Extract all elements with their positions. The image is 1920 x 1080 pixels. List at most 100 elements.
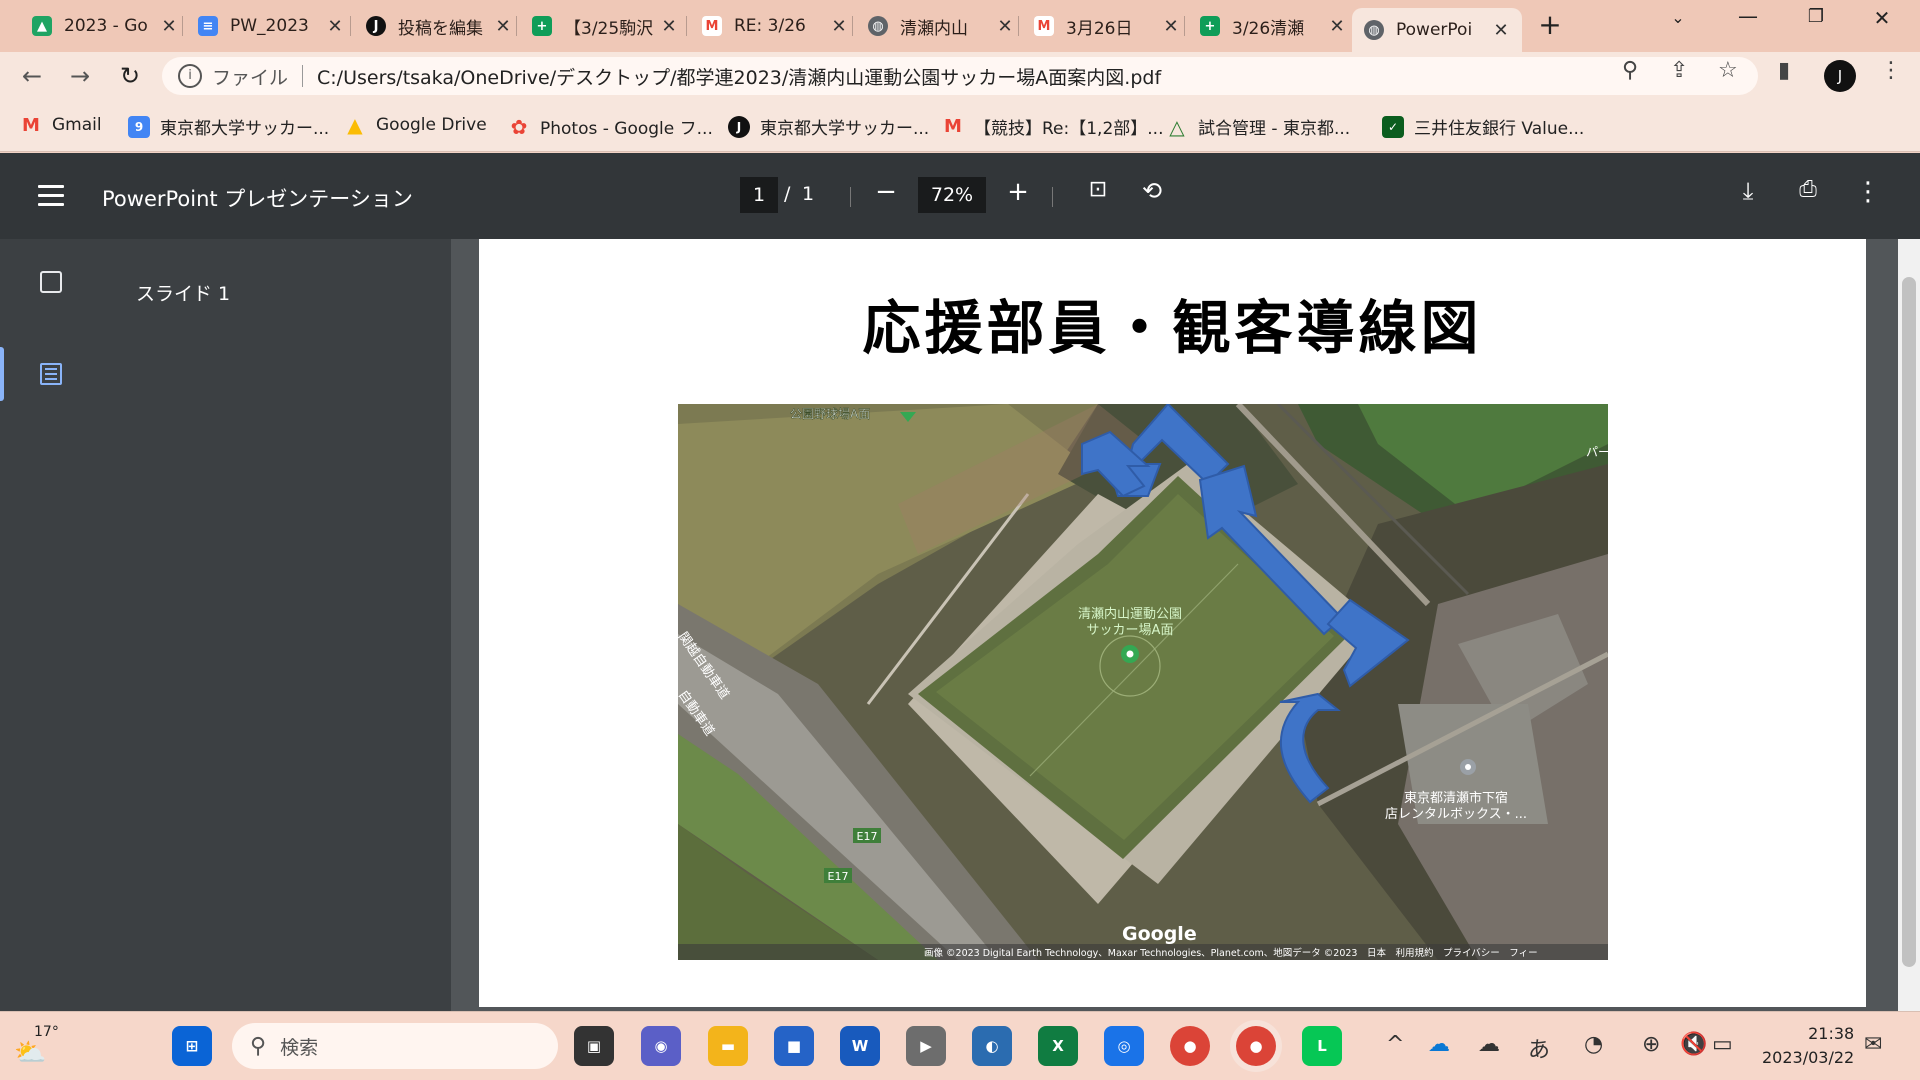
clock-app-icon[interactable]: ◔: [1584, 1032, 1603, 1057]
tab-label: PowerPoi: [1396, 20, 1473, 40]
info-icon[interactable]: i: [178, 64, 202, 88]
address-url[interactable]: C:/Users/tsaka/OneDrive/デスクトップ/都学連2023/清…: [317, 63, 1161, 90]
map-label-park-edge: パー: [1586, 445, 1608, 459]
tab-strip: ▲ 2023 - Go ✕ ≡ PW_2023 ✕ J 投稿を編集 ✕ + 【3…: [0, 0, 1920, 52]
share-icon[interactable]: ⇪: [1670, 58, 1688, 83]
volume-muted-icon[interactable]: 🔇: [1680, 1032, 1707, 1057]
outline-icon[interactable]: [40, 363, 62, 385]
bookmark-label: Google Drive: [376, 115, 487, 135]
tab-1[interactable]: ≡ PW_2023 ✕: [186, 8, 356, 44]
chrome-icon[interactable]: ●: [1170, 1026, 1210, 1066]
new-tab-button[interactable]: +: [1530, 8, 1570, 41]
store-icon[interactable]: ■: [774, 1026, 814, 1066]
back-arrow-icon[interactable]: ←: [16, 60, 48, 92]
cloud-icon[interactable]: ☁: [1478, 1032, 1500, 1057]
start-icon[interactable]: ⊞: [172, 1026, 212, 1066]
chrome-profile-icon[interactable]: ●: [1236, 1026, 1276, 1066]
close-icon[interactable]: ✕: [326, 16, 344, 37]
bookmark-item[interactable]: ✿ Photos - Google フ...: [508, 114, 713, 140]
close-icon[interactable]: ✕: [996, 16, 1014, 37]
fit-page-icon[interactable]: ⊡: [1080, 177, 1116, 202]
menu-icon[interactable]: [38, 185, 64, 212]
close-icon[interactable]: ✕: [660, 16, 678, 37]
ime-indicator[interactable]: あ: [1528, 1032, 1550, 1064]
close-window-icon[interactable]: ✕: [1862, 6, 1902, 30]
tab-4[interactable]: M RE: 3/26 ✕: [690, 8, 860, 44]
side-panel-icon[interactable]: ▮: [1778, 58, 1790, 83]
triangle-logo-icon: △: [1169, 114, 1185, 139]
taskbar-search-box[interactable]: ⚲ 検索: [232, 1023, 558, 1069]
close-icon[interactable]: ✕: [1328, 16, 1346, 37]
zoom-magnifier-icon[interactable]: ⚲: [1622, 58, 1638, 83]
onedrive-icon[interactable]: ☁: [1428, 1032, 1450, 1057]
camera-icon[interactable]: ▶: [906, 1026, 946, 1066]
tab-5[interactable]: ◍ 清瀬内山 ✕: [856, 8, 1026, 44]
page-number-input[interactable]: 1: [740, 177, 778, 213]
tab-0[interactable]: ▲ 2023 - Go ✕: [20, 8, 190, 44]
word-icon[interactable]: W: [840, 1026, 880, 1066]
download-icon[interactable]: ⤓: [1730, 177, 1766, 205]
bookmark-star-icon[interactable]: ☆: [1718, 58, 1738, 83]
reload-icon[interactable]: ↻: [114, 60, 146, 92]
vertical-scrollbar[interactable]: [1898, 239, 1920, 1011]
line-icon[interactable]: L: [1302, 1026, 1342, 1066]
bookmark-item[interactable]: J 東京都大学サッカー...: [728, 114, 929, 139]
outline-item-slide-1[interactable]: スライド 1: [136, 279, 230, 306]
more-vert-icon[interactable]: ⋮: [1850, 177, 1886, 207]
tab-label: PW_2023: [230, 16, 309, 36]
jt-logo-icon: J: [728, 115, 750, 138]
address-bar[interactable]: i ファイル C:/Users/tsaka/OneDrive/デスクトップ/都学…: [162, 57, 1758, 95]
bookmark-label: 東京都大学サッカー...: [160, 119, 330, 139]
excel-icon[interactable]: X: [1038, 1026, 1078, 1066]
print-icon[interactable]: ⎙: [1790, 177, 1826, 202]
zoom-out-icon[interactable]: −: [868, 177, 904, 207]
zoom-level-input[interactable]: 72%: [918, 177, 986, 213]
scrollbar-thumb[interactable]: [1902, 277, 1916, 967]
tab-3[interactable]: + 【3/25駒沢 ✕: [520, 8, 690, 44]
rotate-icon[interactable]: ⟲: [1134, 177, 1170, 205]
network-icon[interactable]: ⊕: [1642, 1032, 1660, 1057]
tab-8-active[interactable]: ◍ PowerPoi ✕: [1352, 8, 1522, 52]
google-logo: Google: [1122, 923, 1197, 945]
tab-label: 【3/25駒沢: [564, 18, 654, 39]
system-clock[interactable]: 21:38 2023/03/22: [1762, 1022, 1854, 1070]
google-photos-icon: ✿: [510, 114, 528, 139]
bookmark-item[interactable]: △ 試合管理 - 東京都...: [1166, 114, 1350, 140]
zoom-in-icon[interactable]: +: [1000, 177, 1036, 207]
battery-icon[interactable]: ▭: [1712, 1032, 1733, 1057]
app-icon[interactable]: ◐: [972, 1026, 1012, 1066]
chevron-up-icon[interactable]: ^: [1386, 1032, 1404, 1057]
chat-icon[interactable]: ◉: [641, 1026, 681, 1066]
bookmark-item[interactable]: 9 東京都大学サッカー...: [128, 114, 329, 139]
tab-search-icon[interactable]: ⌄: [1658, 8, 1698, 27]
more-vert-icon[interactable]: ⋮: [1880, 58, 1902, 83]
bookmark-item[interactable]: ▲ Google Drive: [344, 113, 487, 137]
settings-app-icon[interactable]: ◎: [1104, 1026, 1144, 1066]
tab-2[interactable]: J 投稿を編集 ✕: [354, 8, 524, 44]
notification-icon[interactable]: ✉: [1864, 1032, 1882, 1057]
calendar-icon: 9: [128, 115, 150, 138]
tab-6[interactable]: M 3月26日 ✕: [1022, 8, 1192, 44]
bookmark-item[interactable]: M 【競技】Re:【1,2部】...: [942, 114, 1163, 139]
bookmark-label: 東京都大学サッカー...: [760, 119, 930, 139]
bookmark-item[interactable]: M Gmail: [20, 114, 102, 136]
jt-logo-icon: J: [366, 16, 386, 36]
bookmark-label: 三井住友銀行 Value...: [1414, 119, 1585, 139]
minimize-icon[interactable]: —: [1728, 4, 1768, 28]
clock-time: 21:38: [1808, 1024, 1855, 1043]
search-placeholder: 検索: [280, 1036, 319, 1059]
thumbnails-icon[interactable]: [40, 271, 62, 293]
file-explorer-icon[interactable]: ▬: [708, 1026, 748, 1066]
google-docs-icon: ≡: [198, 16, 218, 36]
close-icon[interactable]: ✕: [1492, 20, 1510, 41]
task-view-icon[interactable]: ▣: [574, 1026, 614, 1066]
bookmark-item[interactable]: ✓ 三井住友銀行 Value...: [1382, 114, 1584, 139]
forward-arrow-icon[interactable]: →: [64, 60, 96, 92]
close-icon[interactable]: ✕: [830, 16, 848, 37]
close-icon[interactable]: ✕: [160, 16, 178, 37]
close-icon[interactable]: ✕: [1162, 16, 1180, 37]
restore-icon[interactable]: ❐: [1796, 6, 1836, 27]
close-icon[interactable]: ✕: [494, 16, 512, 37]
tab-7[interactable]: + 3/26清瀬 ✕: [1188, 8, 1358, 44]
profile-avatar[interactable]: J: [1824, 60, 1856, 92]
